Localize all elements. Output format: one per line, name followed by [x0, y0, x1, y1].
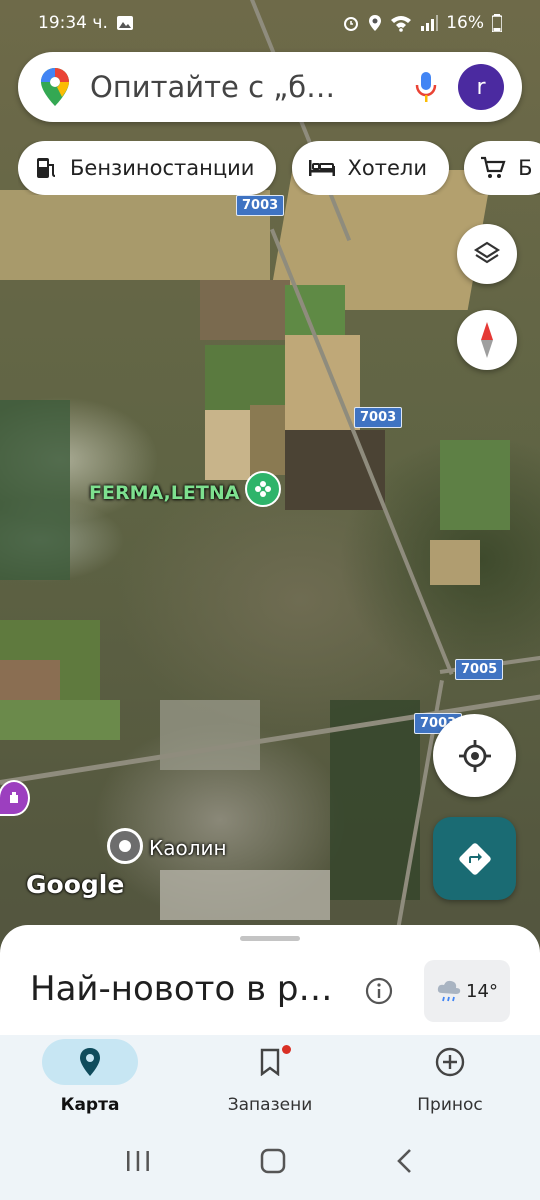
road-shield: 7003 — [354, 407, 403, 428]
layers-icon — [473, 241, 501, 264]
nav-label: Запазени — [227, 1095, 313, 1115]
recents-icon — [126, 1150, 149, 1171]
bottom-navigation: Карта Запазени Принос — [0, 1035, 540, 1125]
google-logo: Google — [26, 870, 125, 899]
chip-gas-stations[interactable]: Бензиностанции — [18, 141, 277, 195]
bed-icon — [308, 160, 335, 176]
directions-icon — [458, 842, 491, 875]
gas-station-icon — [37, 158, 56, 178]
road-shield: 7003 — [236, 195, 285, 216]
nav-label: Принос — [417, 1095, 483, 1115]
landmark-pin-icon[interactable] — [0, 780, 30, 816]
info-icon — [365, 977, 393, 1005]
chip-shopping[interactable]: Б — [464, 141, 540, 195]
status-bar: 19:34 ч. 16% — [0, 0, 540, 46]
nav-active-indicator — [42, 1039, 138, 1085]
flower-pin-icon[interactable] — [245, 471, 281, 507]
compass-button[interactable] — [457, 310, 517, 370]
microphone-icon — [415, 72, 437, 102]
sheet-title[interactable]: Най-новото в р… — [30, 969, 340, 1009]
back-button[interactable] — [395, 1148, 415, 1178]
maps-pin-logo-icon — [41, 68, 69, 106]
poi-label[interactable]: FERMA,LETNA — [89, 482, 239, 504]
cart-icon — [481, 156, 506, 178]
wifi-icon — [391, 16, 412, 32]
avatar-letter: r — [476, 74, 486, 100]
alarm-icon — [344, 17, 359, 31]
battery-icon — [492, 14, 502, 32]
crosshair-icon — [458, 739, 491, 772]
nav-contribute[interactable]: Принос — [360, 1035, 540, 1125]
signal-icon — [421, 15, 439, 31]
back-icon — [397, 1148, 412, 1173]
sheet-handle[interactable] — [240, 936, 300, 941]
rain-cloud-icon — [437, 980, 461, 1002]
weather-badge[interactable]: 14° — [424, 960, 510, 1022]
layers-button[interactable] — [457, 224, 517, 284]
compass-icon — [481, 322, 493, 358]
chip-label: Б — [518, 156, 533, 180]
battery-percent: 16% — [446, 13, 484, 33]
home-button[interactable] — [260, 1148, 286, 1178]
bookmark-icon — [260, 1048, 280, 1076]
chip-hotels[interactable]: Хотели — [291, 141, 449, 195]
search-input[interactable]: Опитайте с „б… — [90, 70, 408, 104]
map-pin-icon — [80, 1048, 100, 1076]
avatar[interactable]: r — [458, 64, 504, 110]
gallery-icon — [116, 16, 133, 30]
directions-button[interactable] — [433, 817, 516, 900]
place-label[interactable]: Каолин — [149, 836, 227, 860]
info-button[interactable] — [364, 976, 394, 1010]
road-shield: 7005 — [455, 659, 504, 680]
place-pin-icon[interactable] — [107, 828, 143, 864]
nav-saved[interactable]: Запазени — [180, 1035, 360, 1125]
clock: 19:34 ч. — [38, 13, 108, 33]
add-circle-icon — [435, 1047, 465, 1077]
my-location-button[interactable] — [433, 714, 516, 797]
home-icon — [260, 1148, 286, 1173]
recents-button[interactable] — [125, 1149, 151, 1177]
system-navigation-bar — [0, 1125, 540, 1200]
category-chips: Бензиностанции Хотели Б — [18, 141, 540, 195]
chip-label: Хотели — [347, 156, 427, 180]
chip-label: Бензиностанции — [70, 156, 255, 180]
nav-explore[interactable]: Карта — [0, 1035, 180, 1125]
search-bar[interactable]: Опитайте с „б… r — [18, 52, 522, 122]
location-icon — [369, 15, 382, 31]
nav-label: Карта — [60, 1095, 120, 1115]
notification-dot — [282, 1045, 291, 1054]
weather-temp: 14° — [466, 980, 498, 1002]
voice-search-button[interactable] — [408, 69, 444, 105]
